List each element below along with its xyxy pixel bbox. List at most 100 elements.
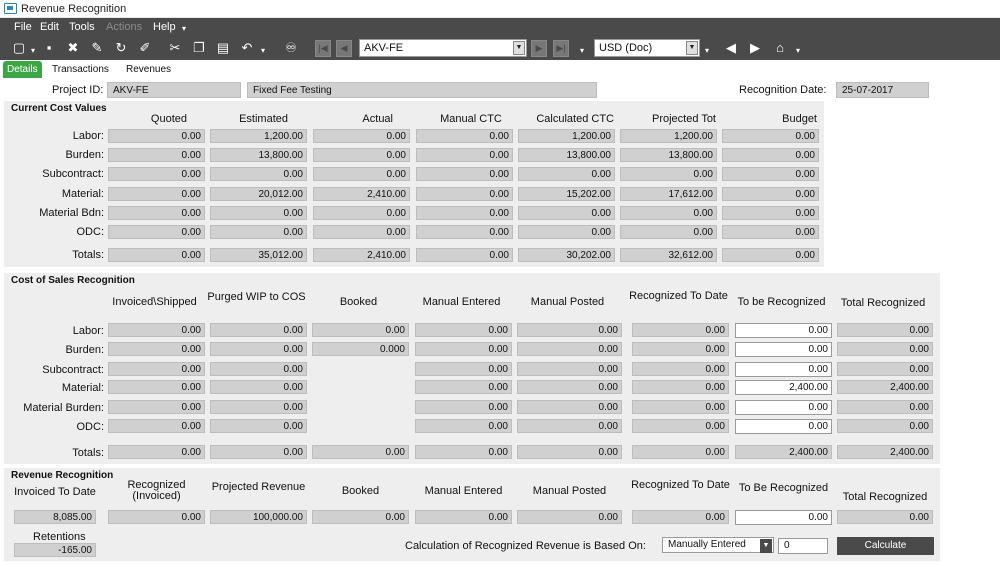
cost-cell: 0.00 — [416, 148, 513, 162]
cut-icon[interactable]: ✂ — [166, 39, 184, 57]
cost-cell: 0.00 — [416, 225, 513, 239]
currency-overflow-icon[interactable]: ▾ — [703, 42, 711, 60]
cos-cell: 0.00 — [837, 323, 933, 337]
calculation-basis-select[interactable]: Manually Entered ▼ — [662, 537, 774, 553]
cost-cell: 0.00 — [416, 167, 513, 181]
cost-col-header: Actual — [362, 113, 393, 125]
tab-transactions[interactable]: Transactions — [48, 61, 113, 78]
calculation-basis-input[interactable]: 0 — [778, 538, 828, 554]
new-dropdown-icon[interactable]: ▾ — [29, 42, 37, 60]
calculation-basis-value: Manually Entered — [668, 539, 746, 550]
paste-icon[interactable]: ▤ — [214, 39, 232, 57]
revenue-cell: 8,085.00 — [14, 510, 96, 524]
cost-row-label: Material Bdn: — [39, 207, 104, 219]
home-icon[interactable]: ⌂ — [771, 39, 789, 57]
to-be-recognized-input[interactable]: 0.00 — [735, 342, 832, 357]
cost-total-cell: 30,202.00 — [518, 248, 615, 262]
cost-cell: 0.00 — [108, 187, 205, 201]
cost-cell: 1,200.00 — [518, 129, 615, 143]
copy-icon[interactable]: ❐ — [190, 39, 208, 57]
first-record-icon[interactable]: |◀ — [315, 40, 331, 57]
cost-cell: 1,200.00 — [210, 129, 307, 143]
currency-combo[interactable]: USD (Doc) ▼ — [594, 39, 700, 57]
cost-cell: 1,200.00 — [620, 129, 717, 143]
menu-tools[interactable]: Tools — [69, 21, 95, 33]
cos-cell: 0.00 — [517, 342, 622, 356]
revenue-col-header: Booked — [341, 485, 380, 497]
cos-cell: 0.00 — [210, 362, 307, 376]
forward-icon[interactable]: ▶ — [746, 39, 764, 57]
cost-totals-label: Totals: — [72, 249, 104, 261]
new-icon[interactable]: ▢ — [10, 39, 28, 57]
cos-total-cell: 2,400.00 — [735, 445, 832, 459]
calculate-button[interactable]: Calculate — [837, 537, 934, 555]
eraser-icon[interactable]: ✎ — [88, 39, 106, 57]
undo-icon[interactable]: ↶ — [238, 39, 256, 57]
revenue-col-header: Recognized To Date — [631, 479, 730, 491]
tab-details[interactable]: Details — [3, 61, 42, 78]
cos-cell: 0.00 — [415, 323, 512, 337]
tab-revenues[interactable]: Revenues — [122, 61, 175, 78]
tab-bar: Details Transactions Revenues — [0, 60, 1000, 79]
save-icon[interactable]: ▪ — [40, 39, 58, 57]
clear-brush-icon[interactable]: ✐ — [136, 39, 154, 57]
previous-record-icon[interactable]: ◀ — [336, 40, 352, 57]
menu-file[interactable]: File — [14, 21, 32, 33]
revenue-to-be-recognized-input[interactable]: 0.00 — [735, 510, 832, 525]
cost-col-header: Budget — [782, 113, 817, 125]
delete-icon[interactable]: ✖ — [64, 39, 82, 57]
cos-cell: 0.00 — [632, 419, 729, 433]
cos-col-header: Purged WIP to COS — [207, 291, 306, 303]
refresh-icon[interactable]: ↻ — [112, 39, 130, 57]
cos-cell: 0.00 — [837, 400, 933, 414]
record-combo[interactable]: AKV-FE ▼ — [359, 39, 527, 57]
current-cost-panel — [4, 101, 824, 267]
cos-cell: 0.00 — [837, 419, 933, 433]
to-be-recognized-input[interactable]: 0.00 — [735, 419, 832, 434]
cost-total-cell: 0.00 — [416, 248, 513, 262]
basis-dropdown-icon[interactable]: ▼ — [760, 539, 772, 553]
to-be-recognized-input[interactable]: 0.00 — [735, 323, 832, 338]
currency-dropdown-icon[interactable]: ▼ — [686, 41, 698, 55]
menu-overflow-icon[interactable]: ▾ — [182, 24, 186, 33]
cos-cell: 0.00 — [837, 362, 933, 376]
to-be-recognized-input[interactable]: 0.00 — [735, 362, 832, 377]
app-icon — [4, 3, 17, 14]
cost-cell: 0.00 — [313, 129, 410, 143]
cos-cell: 0.000 — [312, 342, 409, 356]
cost-cell: 0.00 — [518, 167, 615, 181]
menu-help[interactable]: Help — [153, 21, 176, 33]
cost-cell: 13,800.00 — [620, 148, 717, 162]
revenue-col-header: Projected Revenue — [211, 481, 306, 493]
recognition-date-field[interactable]: 25-07-2017 — [836, 82, 929, 98]
to-be-recognized-input[interactable]: 2,400.00 — [735, 380, 832, 395]
toolbar-overflow-icon[interactable]: ▾ — [794, 42, 802, 60]
cos-cell: 0.00 — [210, 419, 307, 433]
cost-cell: 17,612.00 — [620, 187, 717, 201]
cost-cell: 0.00 — [518, 206, 615, 220]
cost-col-header: Projected Tot — [651, 113, 716, 125]
next-record-icon[interactable]: ▶ — [531, 40, 547, 57]
find-binoculars-icon[interactable]: ♾ — [282, 39, 300, 57]
cost-cell: 0.00 — [518, 225, 615, 239]
revenue-col-header: Manual Entered — [424, 485, 503, 497]
last-record-icon[interactable]: ▶| — [553, 40, 569, 57]
cost-cell: 0.00 — [722, 187, 819, 201]
record-dropdown-icon[interactable]: ▼ — [513, 41, 525, 55]
project-id-field[interactable]: AKV-FE — [107, 82, 241, 98]
cos-cell: 0.00 — [415, 380, 512, 394]
back-icon[interactable]: ◀ — [722, 39, 740, 57]
revenue-col-header: Total Recognized — [842, 491, 928, 503]
cos-col-header: Recognized To Date — [629, 290, 728, 302]
undo-dropdown-icon[interactable]: ▾ — [259, 42, 267, 60]
cost-row-label: Burden: — [65, 149, 104, 161]
nav-overflow-icon[interactable]: ▾ — [578, 42, 586, 60]
cos-cell: 0.00 — [517, 400, 622, 414]
menu-edit[interactable]: Edit — [40, 21, 59, 33]
currency-value: USD (Doc) — [599, 42, 653, 54]
cost-cell: 0.00 — [416, 129, 513, 143]
menu-actions[interactable]: Actions — [106, 21, 142, 33]
to-be-recognized-input[interactable]: 0.00 — [735, 400, 832, 415]
cos-total-cell: 0.00 — [108, 445, 205, 459]
cost-cell: 0.00 — [620, 206, 717, 220]
